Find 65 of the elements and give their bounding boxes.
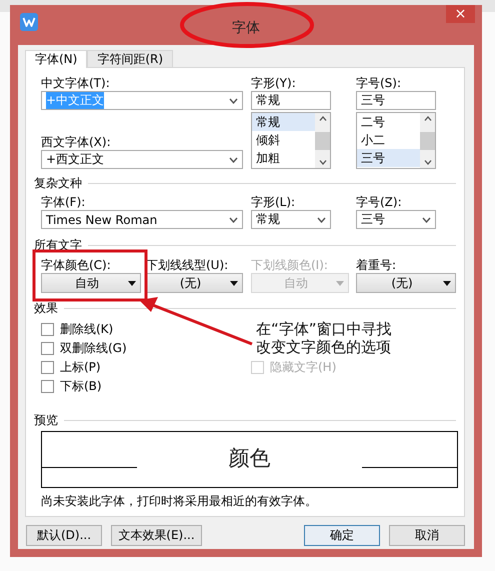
field-label: 字体(F): <box>41 194 86 210</box>
dialog-button[interactable]: 文本效果(E)... <box>111 525 202 546</box>
scroll-up-icon[interactable] <box>318 116 326 121</box>
field-label: 字号(Z): <box>356 194 403 210</box>
info-text: 尚未安装此字体，打印时将采用最相近的有效字体。 <box>41 493 318 509</box>
chevron-down-icon <box>422 216 431 222</box>
checkbox-label: 下标(B) <box>60 378 102 395</box>
caret-icon <box>443 280 451 286</box>
scrollbar-thumb[interactable] <box>315 132 330 150</box>
dialog-button[interactable]: 默认(D)... <box>26 525 102 546</box>
font-select[interactable]: 三号 <box>356 210 436 229</box>
field-label: 着重号: <box>356 257 398 273</box>
caret-icon <box>230 280 238 286</box>
ok-button[interactable]: 确定 <box>304 525 380 546</box>
scroll-down-icon[interactable] <box>318 160 326 165</box>
annotation-text: 在“字体”窗口中寻找 改变文字颜色的选项 <box>254 320 394 356</box>
field-label: 字体颜色(C): <box>41 257 112 273</box>
dropdown-button[interactable]: 自动 <box>41 273 141 293</box>
checkbox-label: 上标(P) <box>60 359 101 376</box>
font-select[interactable]: Times New Roman <box>41 210 243 229</box>
font-select[interactable]: 常规 <box>251 210 331 229</box>
checkbox[interactable] <box>41 380 54 393</box>
window-title: 字体 <box>232 19 260 37</box>
field-label: 下划线线型(U): <box>146 257 230 273</box>
field-label: 字形(L): <box>251 194 296 210</box>
checkbox-label: 双删除线(G) <box>60 340 127 357</box>
section-heading: 复杂文种 <box>34 174 82 192</box>
input-field[interactable]: 三号 <box>356 91 436 110</box>
input-field[interactable]: 常规 <box>251 91 331 110</box>
field-label: 字号(S): <box>356 75 402 91</box>
checkbox[interactable] <box>41 342 54 355</box>
caret-icon <box>128 280 136 286</box>
field-label: 下划线颜色(I): <box>251 257 329 273</box>
tab[interactable]: 字符间距(R) <box>87 50 174 67</box>
section-heading: 预览 <box>34 412 58 428</box>
field-label: 中文字体(T): <box>41 75 111 91</box>
list-option[interactable]: 加粗 <box>252 149 315 167</box>
dropdown-button[interactable]: (无) <box>146 273 243 293</box>
scroll-down-icon[interactable] <box>424 160 432 165</box>
chevron-down-icon <box>229 216 238 222</box>
scroll-up-icon[interactable] <box>424 116 432 121</box>
field-label: 字形(Y): <box>251 75 297 91</box>
list-option[interactable]: 小二 <box>357 131 420 149</box>
section-heading: 效果 <box>34 300 58 316</box>
tab[interactable]: 字体(N) <box>25 50 88 68</box>
preview-text: 颜色 <box>228 444 270 472</box>
close-button[interactable]: × <box>446 5 475 23</box>
dropdown-button[interactable]: (无) <box>356 273 456 293</box>
caret-icon <box>336 280 344 286</box>
app-icon <box>20 13 38 31</box>
list-option[interactable]: 常规 <box>252 113 315 131</box>
field-label: 西文字体(X): <box>41 134 112 150</box>
dialog-button[interactable]: 取消 <box>389 525 465 546</box>
scrollbar-thumb[interactable] <box>420 132 435 150</box>
chevron-down-icon <box>229 156 238 162</box>
chevron-down-icon <box>229 98 238 104</box>
list-option[interactable]: 二号 <box>357 113 420 131</box>
list-option[interactable]: 三号 <box>357 149 420 167</box>
checkbox[interactable] <box>41 323 54 336</box>
font-select[interactable]: +西文正文 <box>41 150 243 169</box>
checkbox[interactable] <box>41 361 54 374</box>
list-option[interactable]: 倾斜 <box>252 131 315 149</box>
checkbox-label: 隐藏文字(H) <box>270 359 336 376</box>
chevron-down-icon <box>317 216 326 222</box>
checkbox-label: 删除线(K) <box>60 321 114 338</box>
